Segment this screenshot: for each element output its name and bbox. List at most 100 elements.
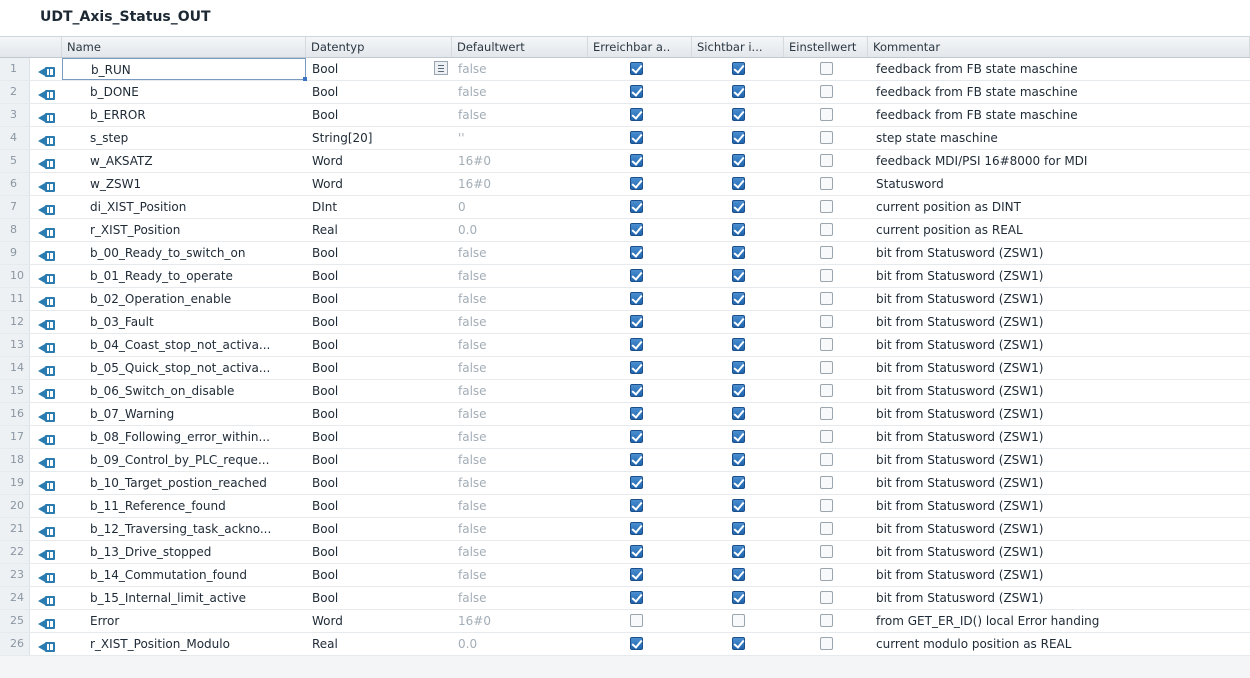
- reachable-checkbox[interactable]: [630, 269, 643, 282]
- type-cell[interactable]: Bool: [306, 564, 452, 586]
- name-cell[interactable]: b_10_Target_postion_reached: [62, 472, 306, 494]
- table-row[interactable]: 7 di_XIST_Position DInt 0 current position a…: [0, 196, 1250, 219]
- name-cell[interactable]: r_XIST_Position: [62, 219, 306, 241]
- reachable-checkbox[interactable]: [630, 384, 643, 397]
- default-cell[interactable]: false: [452, 449, 588, 471]
- setvalue-checkbox[interactable]: [820, 246, 833, 259]
- name-cell[interactable]: b_15_Internal_limit_active: [62, 587, 306, 609]
- reachable-checkbox[interactable]: [630, 499, 643, 512]
- default-cell[interactable]: false: [452, 58, 588, 80]
- type-cell[interactable]: Bool: [306, 495, 452, 517]
- visible-checkbox[interactable]: [732, 453, 745, 466]
- type-cell[interactable]: Real: [306, 219, 452, 241]
- column-header-name[interactable]: Name: [62, 37, 306, 57]
- reachable-checkbox[interactable]: [630, 407, 643, 420]
- setvalue-checkbox[interactable]: [820, 499, 833, 512]
- type-cell[interactable]: Bool: [306, 472, 452, 494]
- default-cell[interactable]: '': [452, 127, 588, 149]
- name-cell[interactable]: b_12_Traversing_task_ackno...: [62, 518, 306, 540]
- default-cell[interactable]: false: [452, 564, 588, 586]
- setvalue-checkbox[interactable]: [820, 384, 833, 397]
- column-header-comment[interactable]: Kommentar: [868, 37, 1250, 57]
- reachable-checkbox[interactable]: [630, 223, 643, 236]
- column-header-setvalue[interactable]: Einstellwert: [784, 37, 868, 57]
- reachable-checkbox[interactable]: [630, 177, 643, 190]
- reachable-checkbox[interactable]: [630, 246, 643, 259]
- comment-cell[interactable]: current modulo position as REAL: [868, 633, 1250, 655]
- default-cell[interactable]: false: [452, 81, 588, 103]
- default-cell[interactable]: 16#0: [452, 610, 588, 632]
- type-cell[interactable]: Word: [306, 610, 452, 632]
- column-header-type[interactable]: Datentyp: [306, 37, 452, 57]
- visible-checkbox[interactable]: [732, 200, 745, 213]
- name-cell[interactable]: b_06_Switch_on_disable: [62, 380, 306, 402]
- name-cell[interactable]: b_09_Control_by_PLC_reque...: [62, 449, 306, 471]
- table-row[interactable]: 5 w_AKSATZ Word 16#0 feedback MDI/PSI 16#800…: [0, 150, 1250, 173]
- visible-checkbox[interactable]: [732, 177, 745, 190]
- name-cell[interactable]: b_13_Drive_stopped: [62, 541, 306, 563]
- type-cell[interactable]: Bool: [306, 288, 452, 310]
- comment-cell[interactable]: feedback from FB state maschine: [868, 104, 1250, 126]
- setvalue-checkbox[interactable]: [820, 200, 833, 213]
- default-cell[interactable]: false: [452, 311, 588, 333]
- comment-cell[interactable]: feedback from FB state maschine: [868, 81, 1250, 103]
- comment-cell[interactable]: step state maschine: [868, 127, 1250, 149]
- reachable-checkbox[interactable]: [630, 361, 643, 374]
- table-row[interactable]: 1 b_RUN Bool false feedback from FB state ma…: [0, 58, 1250, 81]
- name-cell[interactable]: b_11_Reference_found: [62, 495, 306, 517]
- visible-checkbox[interactable]: [732, 315, 745, 328]
- reachable-checkbox[interactable]: [630, 614, 643, 627]
- comment-cell[interactable]: bit from Statusword (ZSW1): [868, 334, 1250, 356]
- table-row[interactable]: 2 b_DONE Bool false feedback from FB state m…: [0, 81, 1250, 104]
- table-row[interactable]: 17 b_08_Following_error_within... Bool fals…: [0, 426, 1250, 449]
- setvalue-checkbox[interactable]: [820, 62, 833, 75]
- setvalue-checkbox[interactable]: [820, 407, 833, 420]
- type-cell[interactable]: Bool: [306, 380, 452, 402]
- column-header-default[interactable]: Defaultwert: [452, 37, 588, 57]
- name-cell[interactable]: b_RUN: [62, 58, 306, 80]
- empty-add-row[interactable]: [0, 656, 1250, 678]
- comment-cell[interactable]: bit from Statusword (ZSW1): [868, 265, 1250, 287]
- visible-checkbox[interactable]: [732, 131, 745, 144]
- visible-checkbox[interactable]: [732, 522, 745, 535]
- setvalue-checkbox[interactable]: [820, 453, 833, 466]
- default-cell[interactable]: false: [452, 541, 588, 563]
- reachable-checkbox[interactable]: [630, 154, 643, 167]
- table-row[interactable]: 3 b_ERROR Bool false feedback from FB state …: [0, 104, 1250, 127]
- name-cell[interactable]: b_04_Coast_stop_not_activa...: [62, 334, 306, 356]
- comment-cell[interactable]: bit from Statusword (ZSW1): [868, 403, 1250, 425]
- type-cell[interactable]: Bool: [306, 541, 452, 563]
- type-cell[interactable]: Bool: [306, 81, 452, 103]
- name-cell[interactable]: b_07_Warning: [62, 403, 306, 425]
- type-cell[interactable]: Bool: [306, 334, 452, 356]
- table-row[interactable]: 19 b_10_Target_postion_reached Bool false bi…: [0, 472, 1250, 495]
- table-row[interactable]: 22 b_13_Drive_stopped Bool false bit from St…: [0, 541, 1250, 564]
- comment-cell[interactable]: bit from Statusword (ZSW1): [868, 495, 1250, 517]
- setvalue-checkbox[interactable]: [820, 361, 833, 374]
- visible-checkbox[interactable]: [732, 476, 745, 489]
- visible-checkbox[interactable]: [732, 361, 745, 374]
- visible-checkbox[interactable]: [732, 637, 745, 650]
- default-cell[interactable]: false: [452, 518, 588, 540]
- visible-checkbox[interactable]: [732, 223, 745, 236]
- comment-cell[interactable]: bit from Statusword (ZSW1): [868, 472, 1250, 494]
- table-row[interactable]: 20 b_11_Reference_found Bool false bit from …: [0, 495, 1250, 518]
- setvalue-checkbox[interactable]: [820, 338, 833, 351]
- default-cell[interactable]: 0: [452, 196, 588, 218]
- visible-checkbox[interactable]: [732, 85, 745, 98]
- default-cell[interactable]: 0.0: [452, 633, 588, 655]
- name-cell[interactable]: s_step: [62, 127, 306, 149]
- name-cell[interactable]: b_14_Commutation_found: [62, 564, 306, 586]
- table-row[interactable]: 23 b_14_Commutation_found Bool false bit fro…: [0, 564, 1250, 587]
- type-cell[interactable]: Bool: [306, 311, 452, 333]
- comment-cell[interactable]: bit from Statusword (ZSW1): [868, 426, 1250, 448]
- setvalue-checkbox[interactable]: [820, 177, 833, 190]
- table-row[interactable]: 24 b_15_Internal_limit_active Bool false bit…: [0, 587, 1250, 610]
- comment-cell[interactable]: bit from Statusword (ZSW1): [868, 541, 1250, 563]
- setvalue-checkbox[interactable]: [820, 545, 833, 558]
- setvalue-checkbox[interactable]: [820, 637, 833, 650]
- visible-checkbox[interactable]: [732, 499, 745, 512]
- default-cell[interactable]: 16#0: [452, 173, 588, 195]
- type-cell[interactable]: Real: [306, 633, 452, 655]
- reachable-checkbox[interactable]: [630, 476, 643, 489]
